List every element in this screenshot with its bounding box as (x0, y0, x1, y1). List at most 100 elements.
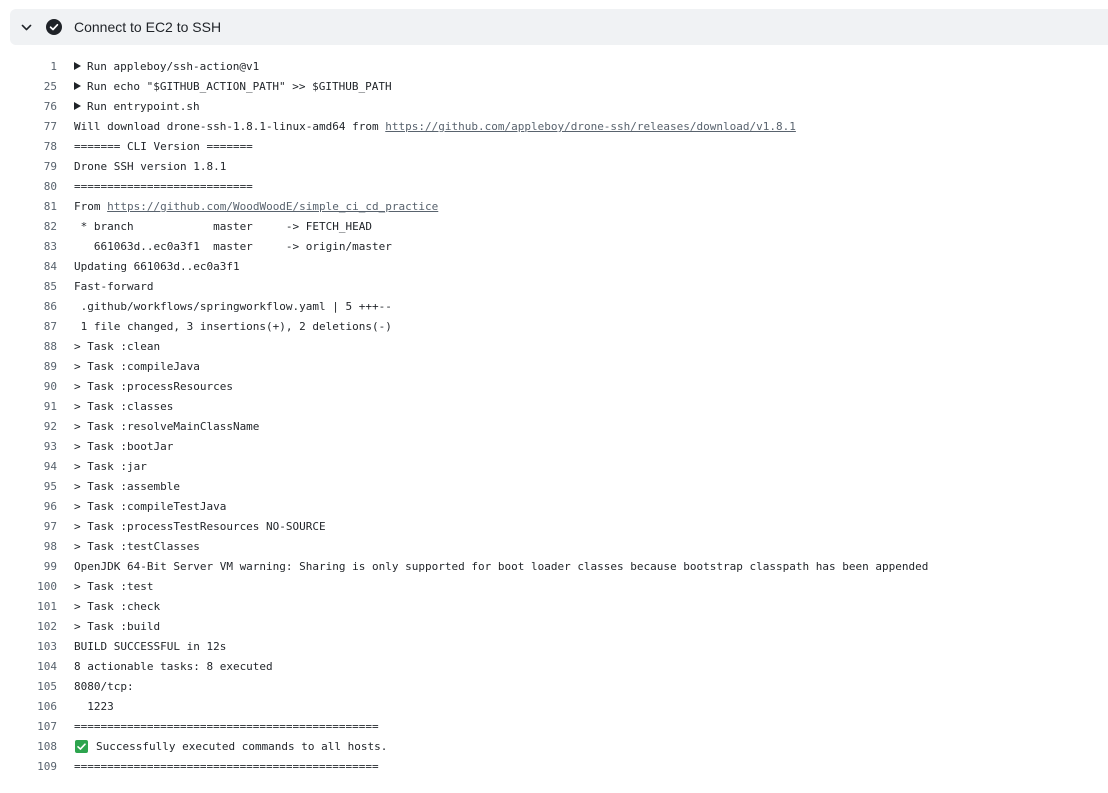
log-text: Run echo "$GITHUB_ACTION_PATH" >> $GITHU… (87, 80, 392, 93)
log-text: ======= CLI Version ======= (74, 140, 253, 153)
log-text: 8 actionable tasks: 8 executed (74, 660, 273, 673)
log-text: > Task :compileTestJava (74, 500, 227, 513)
log-link[interactable]: https://github.com/appleboy/drone-ssh/re… (385, 120, 796, 133)
log-line: 90 > Task :processResources (0, 377, 1108, 397)
log-line: 80 =========================== (0, 177, 1108, 197)
line-number[interactable]: 80 (0, 177, 57, 197)
log-line: 103 BUILD SUCCESSFUL in 12s (0, 637, 1108, 657)
line-number[interactable]: 76 (0, 97, 57, 117)
line-number[interactable]: 79 (0, 157, 57, 177)
log-line: 87 1 file changed, 3 insertions(+), 2 de… (0, 317, 1108, 337)
line-number[interactable]: 100 (0, 577, 57, 597)
log-line-content: > Task :test (74, 577, 153, 597)
line-number[interactable]: 95 (0, 477, 57, 497)
line-number[interactable]: 106 (0, 697, 57, 717)
log-output: 1 Run appleboy/ssh-action@v1 25 Run echo "$… (0, 57, 1108, 777)
log-line-content: Will download drone-ssh-1.8.1-linux-amd6… (74, 117, 796, 137)
log-line-content: BUILD SUCCESSFUL in 12s (74, 637, 226, 657)
log-line: 99 OpenJDK 64-Bit Server VM warning: Shar… (0, 557, 1108, 577)
line-number[interactable]: 88 (0, 337, 57, 357)
line-number[interactable]: 92 (0, 417, 57, 437)
line-number[interactable]: 1 (0, 57, 57, 77)
line-number[interactable]: 82 (0, 217, 57, 237)
log-line-content: * branch master -> FETCH_HEAD (74, 217, 372, 237)
line-number[interactable]: 78 (0, 137, 57, 157)
triangle-right-icon[interactable] (74, 102, 81, 110)
line-number[interactable]: 93 (0, 437, 57, 457)
log-text: =========================== (74, 180, 253, 193)
line-number[interactable]: 99 (0, 557, 57, 577)
line-number[interactable]: 84 (0, 257, 57, 277)
line-number[interactable]: 77 (0, 117, 57, 137)
log-line-content: OpenJDK 64-Bit Server VM warning: Sharin… (74, 557, 928, 577)
chevron-down-icon[interactable] (20, 21, 33, 34)
line-number[interactable]: 102 (0, 617, 57, 637)
log-text: BUILD SUCCESSFUL in 12s (74, 640, 227, 653)
log-line: 81 From https://github.com/WoodWoodE/simp… (0, 197, 1108, 217)
step-header[interactable]: Connect to EC2 to SSH (10, 9, 1108, 45)
log-text: Fast-forward (74, 280, 154, 293)
log-line: 92 > Task :resolveMainClassName (0, 417, 1108, 437)
log-line: 100 > Task :test (0, 577, 1108, 597)
log-group-line[interactable]: 1 Run appleboy/ssh-action@v1 (0, 57, 1108, 77)
line-number[interactable]: 91 (0, 397, 57, 417)
log-line-content: Successfully executed commands to all ho… (74, 737, 387, 757)
line-number[interactable]: 105 (0, 677, 57, 697)
line-number[interactable]: 109 (0, 757, 57, 777)
log-line: 78 ======= CLI Version ======= (0, 137, 1108, 157)
line-number[interactable]: 86 (0, 297, 57, 317)
log-line-content: Drone SSH version 1.8.1 (74, 157, 226, 177)
line-number[interactable]: 103 (0, 637, 57, 657)
triangle-right-icon[interactable] (74, 62, 81, 70)
log-line: 91 > Task :classes (0, 397, 1108, 417)
log-text: Run appleboy/ssh-action@v1 (87, 60, 260, 73)
log-line: 98 > Task :testClasses (0, 537, 1108, 557)
log-group-line[interactable]: 25 Run echo "$GITHUB_ACTION_PATH" >> $GIT… (0, 77, 1108, 97)
log-line: 93 > Task :bootJar (0, 437, 1108, 457)
log-line-content: Run appleboy/ssh-action@v1 (74, 57, 259, 77)
log-line-content: > Task :processResources (74, 377, 233, 397)
log-text: > Task :compileJava (74, 360, 200, 373)
line-number[interactable]: 104 (0, 657, 57, 677)
log-line-content: Run echo "$GITHUB_ACTION_PATH" >> $GITHU… (74, 77, 392, 97)
line-number[interactable]: 90 (0, 377, 57, 397)
step-title[interactable]: Connect to EC2 to SSH (74, 9, 221, 45)
line-number[interactable]: 107 (0, 717, 57, 737)
log-line-content: ======= CLI Version ======= (74, 137, 253, 157)
log-link[interactable]: https://github.com/WoodWoodE/simple_ci_c… (107, 200, 438, 213)
line-number[interactable]: 94 (0, 457, 57, 477)
line-number[interactable]: 108 (0, 737, 57, 757)
log-line: 108 Successfully executed commands to all… (0, 737, 1108, 757)
triangle-right-icon[interactable] (74, 82, 81, 90)
line-number[interactable]: 87 (0, 317, 57, 337)
line-number[interactable]: 101 (0, 597, 57, 617)
check-circle-icon (46, 19, 62, 35)
log-text: > Task :check (74, 600, 161, 613)
log-line-content: .github/workflows/springworkflow.yaml | … (74, 297, 392, 317)
line-number[interactable]: 25 (0, 77, 57, 97)
log-line: 107 =====================================… (0, 717, 1108, 737)
line-number[interactable]: 83 (0, 237, 57, 257)
log-text: > Task :processResources (74, 380, 233, 393)
log-line-content: > Task :processTestResources NO-SOURCE (74, 517, 326, 537)
line-number[interactable]: 85 (0, 277, 57, 297)
log-line-content: ========================================… (74, 757, 379, 777)
log-line: 86 .github/workflows/springworkflow.yaml… (0, 297, 1108, 317)
log-line: 82 * branch master -> FETCH_HEAD (0, 217, 1108, 237)
log-line: 104 8 actionable tasks: 8 executed (0, 657, 1108, 677)
log-line-content: 661063d..ec0a3f1 master -> origin/master (74, 237, 392, 257)
log-text: Run entrypoint.sh (87, 100, 200, 113)
line-number[interactable]: 97 (0, 517, 57, 537)
log-group-line[interactable]: 76 Run entrypoint.sh (0, 97, 1108, 117)
line-number[interactable]: 98 (0, 537, 57, 557)
log-text: .github/workflows/springworkflow.yaml | … (74, 300, 392, 313)
log-text: ========================================… (74, 760, 379, 773)
line-number[interactable]: 81 (0, 197, 57, 217)
line-number[interactable]: 89 (0, 357, 57, 377)
log-text: > Task :testClasses (74, 540, 200, 553)
log-line-content: > Task :clean (74, 337, 160, 357)
log-line-content: > Task :check (74, 597, 160, 617)
log-text: OpenJDK 64-Bit Server VM warning: Sharin… (74, 560, 929, 573)
log-text: > Task :clean (74, 340, 161, 353)
line-number[interactable]: 96 (0, 497, 57, 517)
